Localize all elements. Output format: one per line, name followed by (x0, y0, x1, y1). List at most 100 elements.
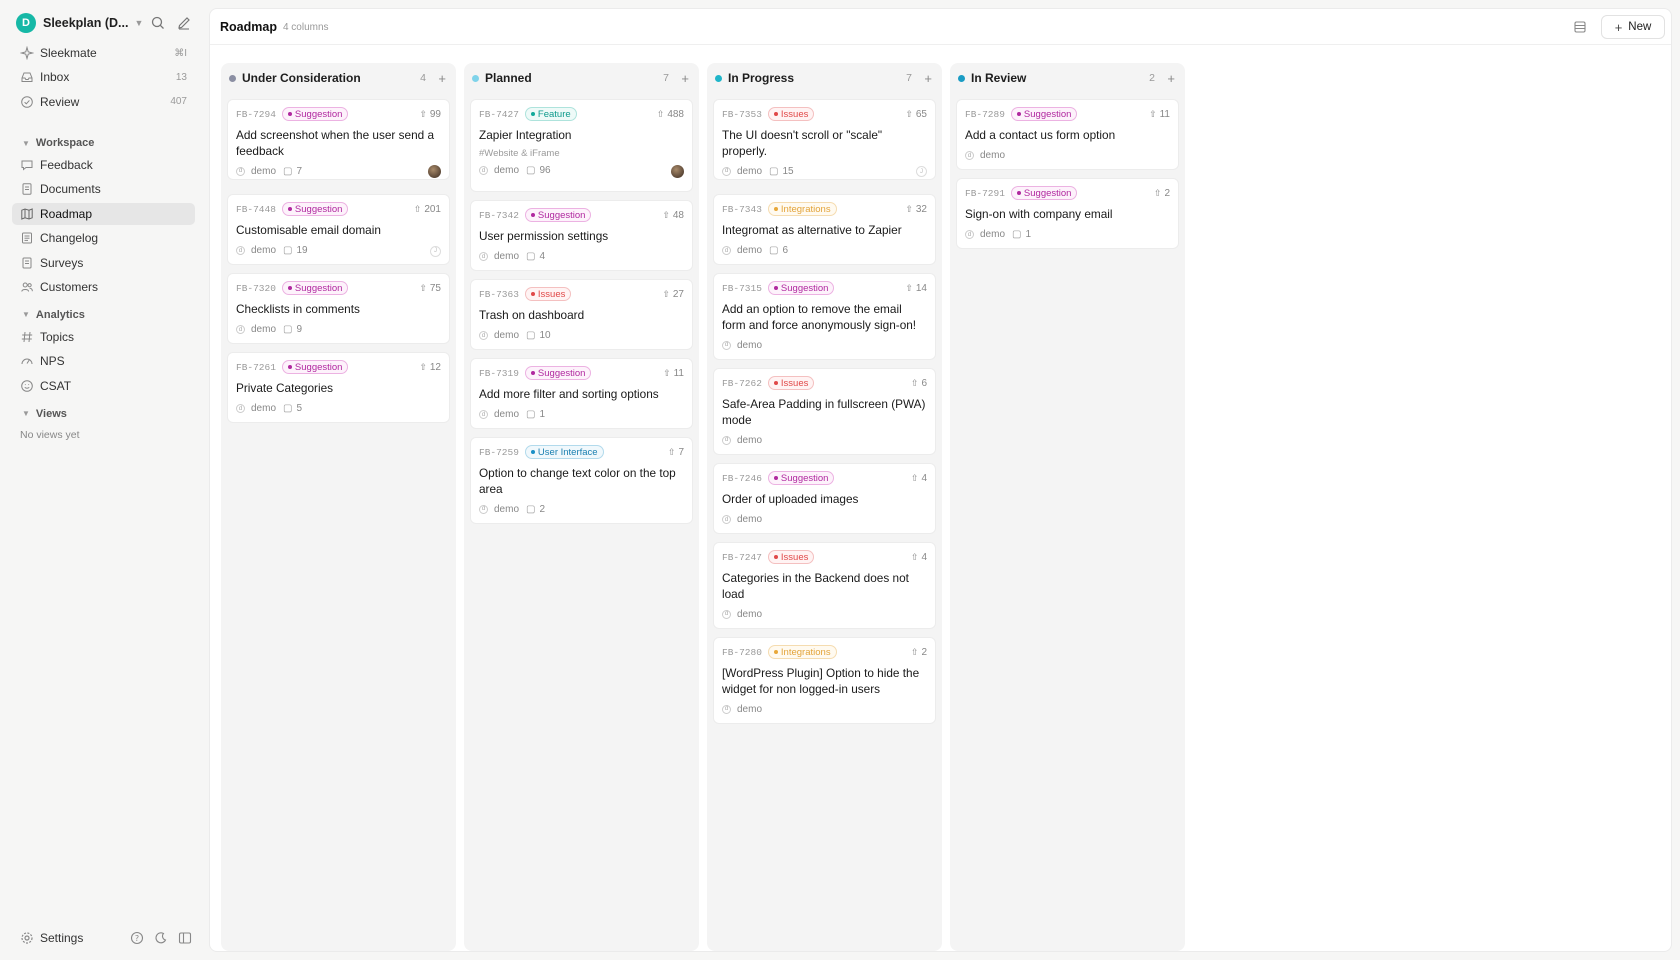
card-tag[interactable]: Feature (524, 107, 577, 121)
card-votes[interactable]: ⇧ 201 (414, 204, 441, 215)
sidebar-item-inbox[interactable]: Inbox 13 (12, 66, 195, 88)
card-votes[interactable]: ⇧ 99 (419, 109, 441, 120)
roadmap-card[interactable]: FB-7363 Issues ⇧ 27 Trash on dashboard d demo ▢… (470, 279, 693, 350)
sidebar-item-changelog[interactable]: Changelog (12, 227, 195, 249)
card-votes[interactable]: ⇧ 2 (1154, 188, 1170, 199)
roadmap-card[interactable]: FB-7448 Suggestion ⇧ 201 Customisable email … (227, 194, 450, 265)
card-header: FB-7289 Suggestion ⇧ 11 (965, 107, 1170, 121)
column-status-dot (472, 74, 479, 82)
chevron-down-icon: ▼ (134, 18, 144, 28)
vote-count: 11 (1159, 108, 1170, 120)
card-tag[interactable]: Suggestion (281, 202, 349, 216)
workspace-switcher[interactable]: D Sleekplan (D... ▼ (16, 12, 196, 34)
card-tag[interactable]: Suggestion (281, 107, 349, 121)
roadmap-card[interactable]: FB-7315 Suggestion ⇧ 14 Add an option to rem… (713, 273, 936, 360)
card-tag[interactable]: Issues (524, 287, 572, 301)
smile-icon (21, 379, 33, 392)
assignee-avatar[interactable] (671, 164, 684, 178)
roadmap-card[interactable]: FB-7246 Suggestion ⇧ 4 Order of uploaded ima… (713, 463, 936, 534)
card-tag[interactable]: Integrations (767, 645, 837, 659)
card-votes[interactable]: ⇧ 6 (911, 378, 927, 389)
roadmap-card[interactable]: FB-7343 Integrations ⇧ 32 Integromat as alte… (713, 194, 936, 265)
tag-dot (1016, 112, 1021, 116)
sidebar-item-sleekmate[interactable]: Sleekmate ⌘I (12, 42, 195, 64)
moon-icon[interactable] (154, 931, 168, 945)
roadmap-card[interactable]: FB-7320 Suggestion ⇧ 75 Checklists in commen… (227, 273, 450, 344)
roadmap-card[interactable]: FB-7294 Suggestion ⇧ 99 Add screenshot when … (227, 99, 450, 180)
search-icon[interactable] (150, 15, 166, 31)
roadmap-card[interactable]: FB-7247 Issues ⇧ 4 Categories in the Backend… (713, 542, 936, 629)
compose-icon[interactable] (176, 15, 192, 31)
card-tag[interactable]: Integrations (767, 202, 837, 216)
roadmap-card[interactable]: FB-7353 Issues ⇧ 65 The UI doesn't scroll or… (713, 99, 936, 180)
card-tag[interactable]: Suggestion (767, 281, 835, 295)
assignee-avatar[interactable]: J (430, 245, 441, 257)
card-votes[interactable]: ⇧ 48 (662, 210, 684, 221)
new-button[interactable]: + New (1601, 15, 1665, 39)
help-icon[interactable]: ? (130, 931, 144, 945)
card-votes[interactable]: ⇧ 4 (911, 473, 927, 484)
comment-icon: ▢ (526, 330, 536, 341)
sidebar-item-documents[interactable]: Documents (12, 178, 195, 200)
card-tag[interactable]: Suggestion (767, 471, 835, 485)
card-tag[interactable]: Suggestion (281, 360, 349, 374)
card-votes[interactable]: ⇧ 14 (905, 283, 927, 294)
sidebar-item-review[interactable]: Review 407 (12, 91, 195, 113)
card-title: Trash on dashboard (479, 308, 585, 322)
sidebar-item-customers[interactable]: Customers (12, 276, 195, 298)
settings-link[interactable]: Settings (12, 931, 83, 945)
sidebar-item-roadmap[interactable]: Roadmap (12, 202, 195, 225)
card-header: FB-7246 Suggestion ⇧ 4 (722, 471, 927, 485)
card-tag[interactable]: User Interface (524, 445, 604, 459)
roadmap-card[interactable]: FB-7319 Suggestion ⇧ 11 Add more filter and … (470, 358, 693, 429)
roadmap-card[interactable]: FB-7261 Suggestion ⇧ 12 Private Categories d d… (227, 352, 450, 423)
tag-dot (773, 650, 778, 654)
section-analytics-toggle[interactable]: ▼ Analytics (12, 304, 195, 326)
section-views-toggle[interactable]: ▼ Views (12, 403, 195, 425)
card-votes[interactable]: ⇧ 488 (657, 109, 684, 120)
tag-dot (773, 286, 778, 290)
assignee-avatar[interactable] (428, 165, 441, 178)
add-card-icon[interactable]: + (924, 71, 932, 86)
card-votes[interactable]: ⇧ 2 (911, 647, 927, 658)
add-card-icon[interactable]: + (438, 71, 446, 86)
card-votes[interactable]: ⇧ 65 (905, 109, 927, 120)
tag-label: Suggestion (780, 282, 829, 294)
card-tag[interactable]: Suggestion (524, 208, 592, 222)
card-tag[interactable]: Issues (767, 376, 815, 390)
sidebar-item-nps[interactable]: NPS (12, 350, 195, 372)
card-votes[interactable]: ⇧ 11 (1149, 109, 1170, 120)
card-votes[interactable]: ⇧ 4 (911, 552, 927, 563)
sidebar-toggle-icon[interactable] (178, 931, 192, 945)
roadmap-card[interactable]: FB-7262 Issues ⇧ 6 Safe-Area Padding in full… (713, 368, 936, 455)
sidebar-item-csat[interactable]: CSAT (12, 375, 195, 397)
sidebar-item-surveys[interactable]: Surveys (12, 252, 195, 274)
card-tag[interactable]: Suggestion (524, 366, 592, 380)
sidebar-item-topics[interactable]: Topics (12, 326, 195, 348)
card-votes[interactable]: ⇧ 27 (662, 289, 684, 300)
card-tag[interactable]: Suggestion (1010, 186, 1078, 200)
roadmap-card[interactable]: FB-7289 Suggestion ⇧ 11 Add a contact us for… (956, 99, 1179, 170)
card-votes[interactable]: ⇧ 12 (419, 362, 441, 373)
sidebar-item-label: Roadmap (40, 206, 93, 221)
comment-count: 6 (782, 245, 789, 256)
roadmap-card[interactable]: FB-7342 Suggestion ⇧ 48 User permission sett… (470, 200, 693, 271)
card-votes[interactable]: ⇧ 75 (419, 283, 441, 294)
card-tag[interactable]: Issues (767, 550, 815, 564)
add-card-icon[interactable]: + (1167, 71, 1175, 86)
assignee-avatar[interactable]: J (916, 166, 927, 177)
sidebar-item-feedback[interactable]: Feedback (12, 154, 195, 176)
roadmap-card[interactable]: FB-7259 User Interface ⇧ 7 Option to change … (470, 437, 693, 524)
roadmap-card[interactable]: FB-7291 Suggestion ⇧ 2 Sign-on with company … (956, 178, 1179, 249)
card-tag[interactable]: Suggestion (281, 281, 349, 295)
card-votes[interactable]: ⇧ 11 (663, 368, 684, 379)
card-votes[interactable]: ⇧ 32 (905, 204, 927, 215)
add-card-icon[interactable]: + (681, 71, 689, 86)
card-votes[interactable]: ⇧ 7 (668, 447, 684, 458)
roadmap-card[interactable]: FB-7280 Integrations ⇧ 2 [WordPress Plugin] … (713, 637, 936, 724)
view-options-icon[interactable] (1571, 18, 1589, 36)
section-workspace-toggle[interactable]: ▼ Workspace (12, 132, 195, 154)
roadmap-card[interactable]: FB-7427 Feature ⇧ 488 Zapier Integration #Web… (470, 99, 693, 192)
card-tag[interactable]: Suggestion (1010, 107, 1078, 121)
card-tag[interactable]: Issues (767, 107, 815, 121)
